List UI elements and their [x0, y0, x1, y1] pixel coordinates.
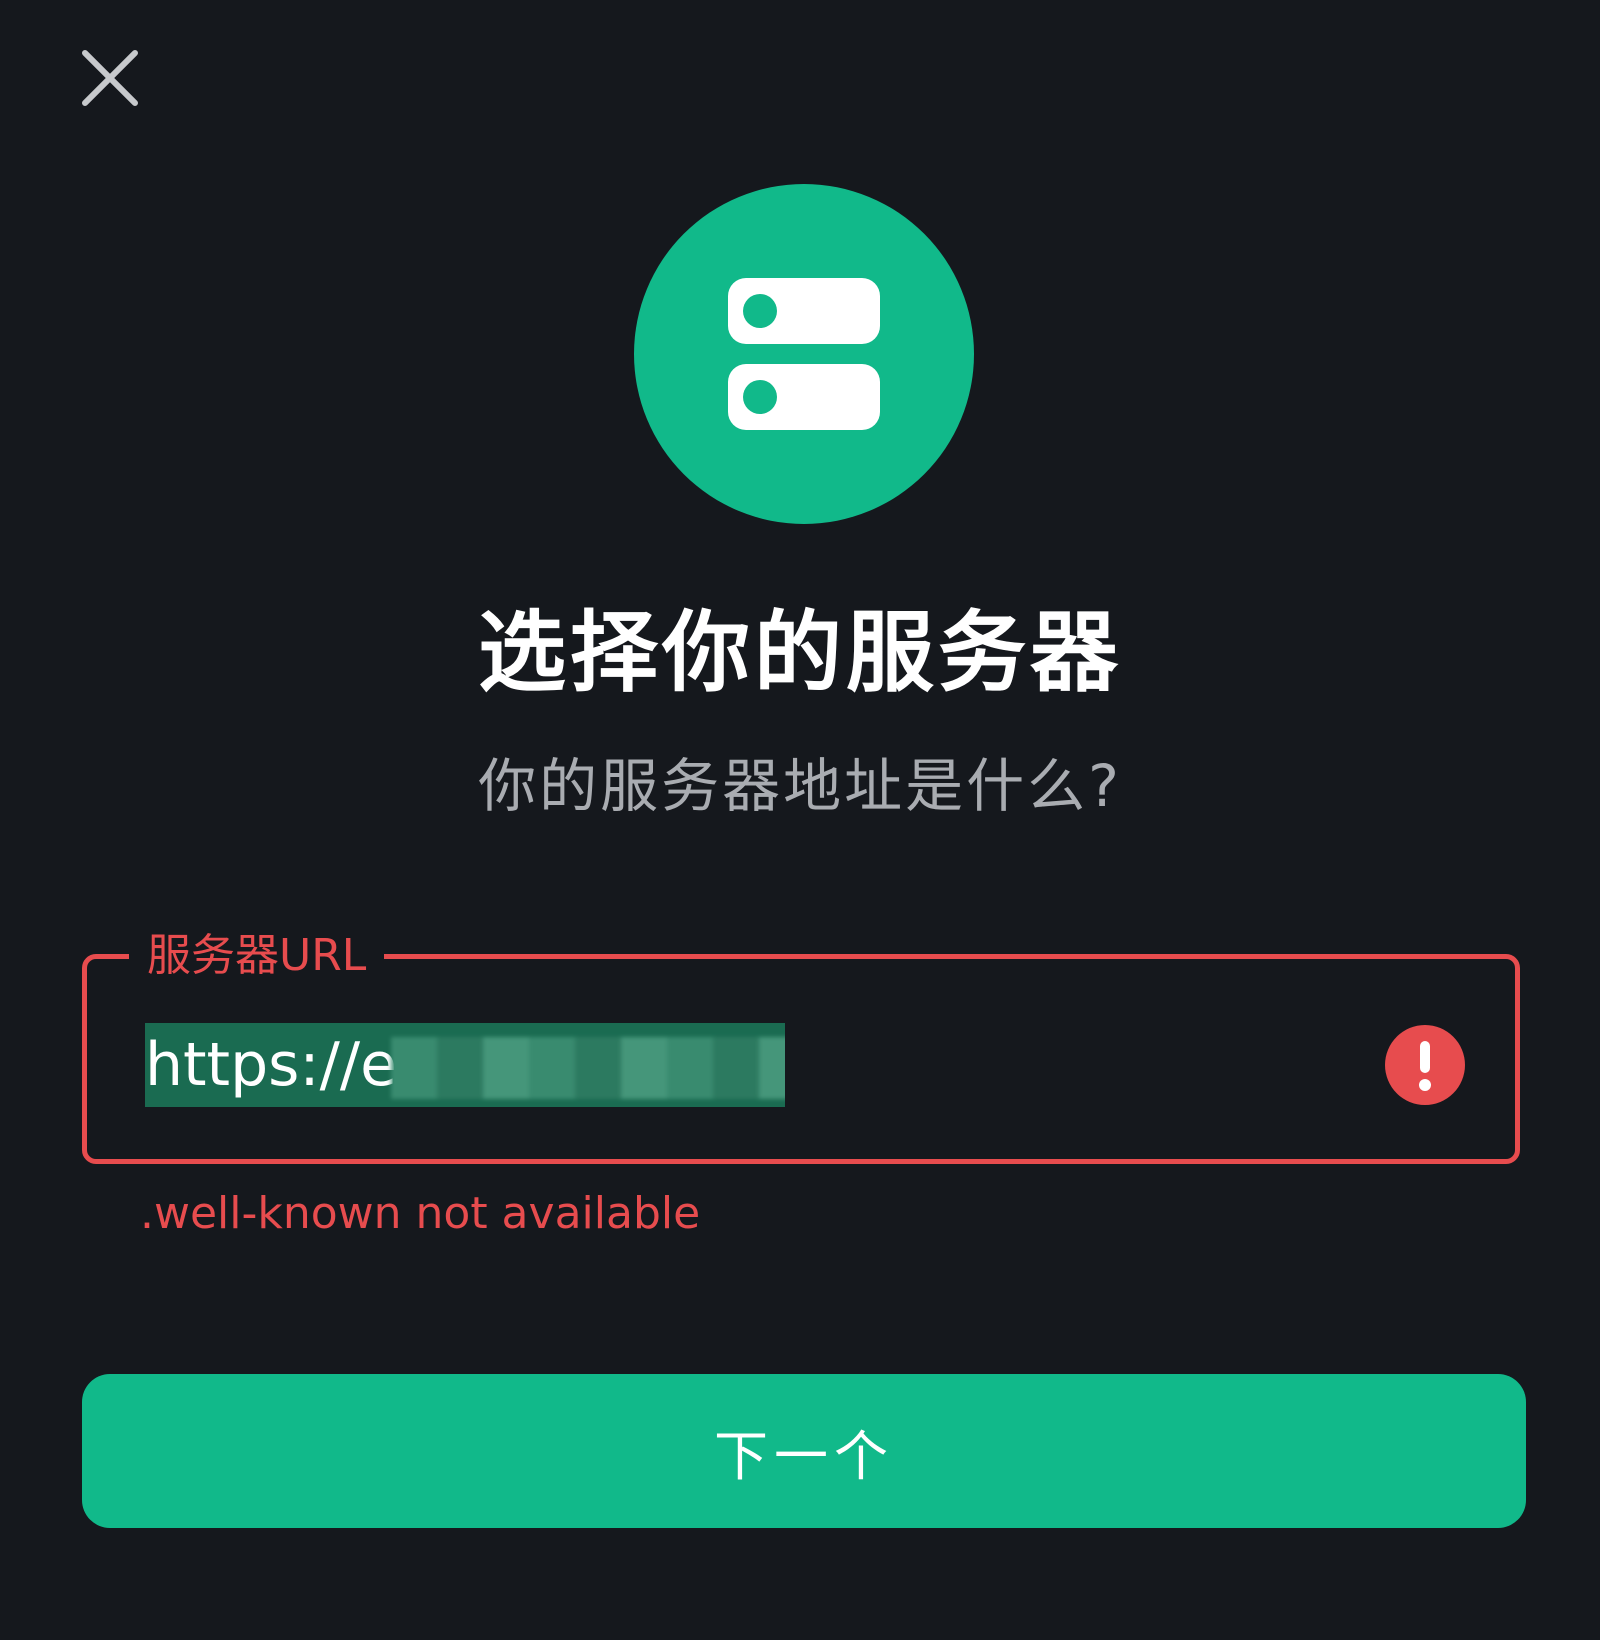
next-button[interactable]: 下一个	[82, 1374, 1526, 1528]
server-icon	[728, 278, 880, 430]
server-url-value: https://e	[145, 1030, 397, 1100]
error-icon	[1385, 1025, 1465, 1105]
server-selection-screen: 选择你的服务器 你的服务器地址是什么? 服务器URL https://e .we…	[0, 0, 1600, 1640]
server-url-field[interactable]: 服务器URL https://e	[82, 921, 1520, 1164]
close-icon	[82, 50, 138, 106]
page-subtitle: 你的服务器地址是什么?	[478, 752, 1122, 820]
server-url-input[interactable]: https://e	[145, 1023, 785, 1107]
redacted-text-blur	[390, 1037, 785, 1100]
error-message: .well-known not available	[140, 1188, 701, 1239]
page-title: 选择你的服务器	[477, 601, 1122, 704]
server-url-label: 服务器URL	[129, 921, 385, 991]
server-icon-badge	[634, 184, 974, 524]
close-button[interactable]	[70, 38, 150, 118]
